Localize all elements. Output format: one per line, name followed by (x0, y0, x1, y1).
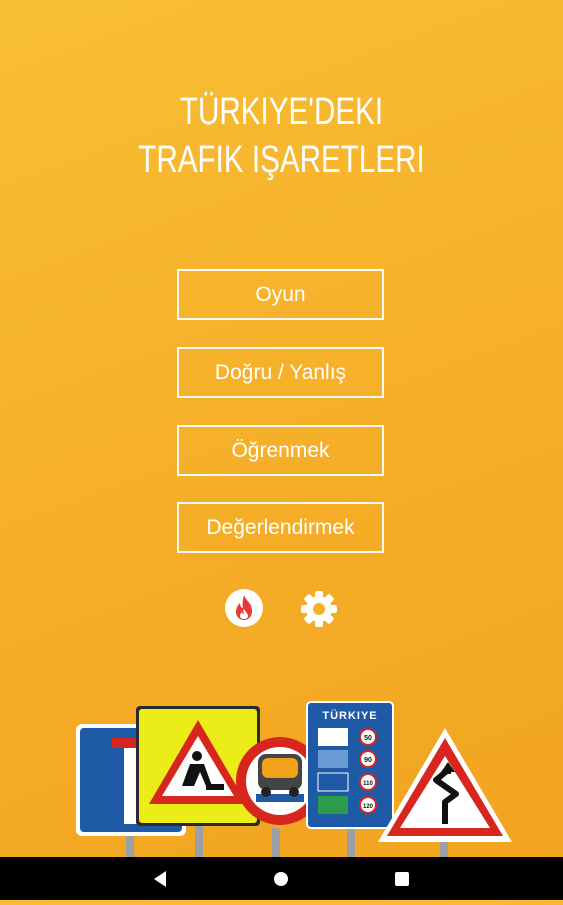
app-title-line2: TRAFIK IŞARETLERI (138, 139, 425, 181)
gear-icon[interactable] (299, 589, 339, 629)
turkiye-speed-limits-board: TÜRKIYE 50 90 110 120 (306, 701, 394, 829)
speed-limit-label: 50 (364, 735, 372, 742)
learn-button[interactable]: Öğrenmek (177, 425, 384, 476)
true-false-button[interactable]: Doğru / Yanlış (177, 347, 384, 398)
rate-button[interactable]: Değerlendirmek (177, 502, 384, 553)
android-navigation-bar (0, 857, 563, 900)
recents-icon[interactable] (372, 857, 432, 900)
flame-icon[interactable] (224, 588, 264, 628)
game-button[interactable]: Oyun (177, 269, 384, 320)
home-icon[interactable] (251, 857, 311, 900)
speed-limit-label: 120 (363, 804, 374, 810)
traffic-signs-illustration: TÜRKIYE 50 90 110 120 (76, 701, 512, 858)
app-title-line1: TÜRKIYE'DEKI (179, 91, 384, 133)
double-bend-sign (378, 728, 512, 842)
speed-limit-label: 110 (363, 781, 373, 787)
speed-limit-label: 90 (364, 757, 372, 764)
app-title: TÜRKIYE'DEKI TRAFIK IŞARETLERI (62, 88, 501, 184)
turkiye-board-label: TÜRKIYE (322, 709, 377, 722)
back-icon[interactable] (130, 857, 190, 900)
